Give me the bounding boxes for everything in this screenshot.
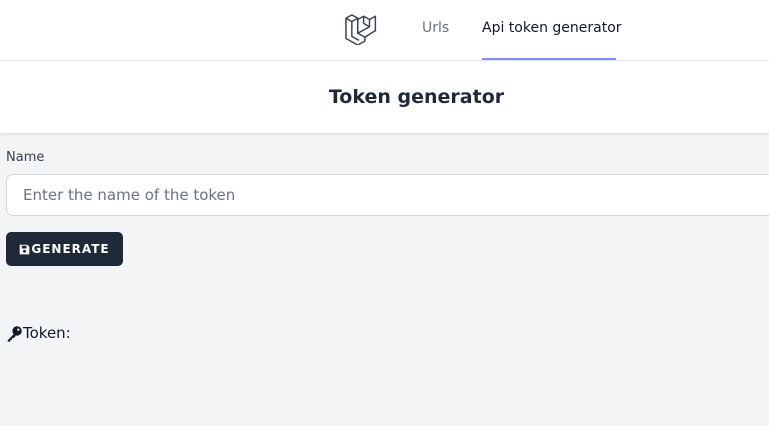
top-navigation: Urls Api token generator bbox=[0, 0, 769, 61]
key-icon bbox=[6, 325, 23, 342]
laravel-logo-icon[interactable] bbox=[343, 11, 379, 46]
name-label: Name bbox=[6, 150, 45, 165]
page-title: Token generator bbox=[328, 86, 505, 108]
token-result: Token: bbox=[6, 324, 75, 342]
generate-button[interactable]: GENERATE bbox=[6, 232, 123, 266]
save-icon bbox=[19, 244, 30, 255]
nav-link-api-token-generator[interactable]: Api token generator bbox=[482, 0, 622, 60]
generate-button-label: GENERATE bbox=[31, 242, 110, 256]
page-header: Token generator bbox=[0, 61, 769, 133]
nav-link-urls[interactable]: Urls bbox=[422, 0, 449, 60]
token-name-input[interactable] bbox=[6, 174, 769, 216]
token-label: Token: bbox=[23, 324, 71, 342]
